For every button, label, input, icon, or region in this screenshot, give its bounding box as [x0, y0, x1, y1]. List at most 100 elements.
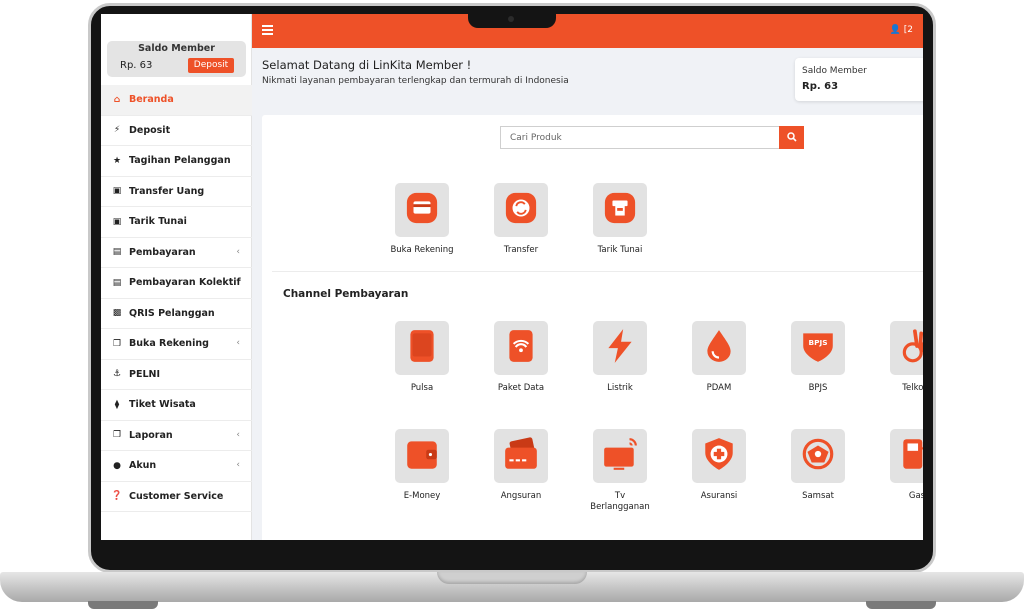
tile-pdam[interactable]: PDAM — [680, 321, 758, 394]
atm-icon — [603, 191, 637, 229]
sidebar-item-label: Tagihan Pelanggan — [129, 155, 231, 167]
sidebar-item-deposit[interactable]: ⚡ Deposit — [101, 116, 252, 146]
tile-icon-box — [593, 429, 647, 483]
tile-paket-data[interactable]: Paket Data — [482, 321, 560, 394]
sidebar-item-label: Customer Service — [129, 490, 224, 502]
copy-icon: ❐ — [112, 338, 122, 349]
tile-icon-box — [395, 321, 449, 375]
search-button[interactable] — [779, 126, 804, 149]
sidebar-item-laporan[interactable]: ❐ Laporan ‹ — [101, 421, 252, 451]
sidebar-item-tagihan-pelanggan[interactable]: ★ Tagihan Pelanggan — [101, 146, 252, 177]
phone-icon — [403, 327, 441, 369]
wifi-phone-icon — [502, 327, 540, 369]
sidebar-item-beranda[interactable]: ⌂ Beranda — [101, 85, 252, 116]
sidebar-item-label: Buka Rekening — [129, 338, 209, 350]
cards-icon — [502, 435, 540, 477]
tile-icon-box — [692, 429, 746, 483]
tile-samsat[interactable]: Samsat — [779, 429, 857, 502]
tile-pulsa[interactable]: Pulsa — [383, 321, 461, 394]
samsat-emblem-icon — [799, 435, 837, 477]
tile-icon-box — [593, 321, 647, 375]
plug-icon: ⚡ — [113, 125, 121, 136]
tile-icon-box — [395, 429, 449, 483]
chevron-left-icon: ‹ — [236, 246, 240, 257]
tile-label: Paket Data — [497, 383, 545, 393]
tile-buka-rekening[interactable]: Buka Rekening — [383, 183, 461, 256]
tile-asuransi[interactable]: Asuransi — [680, 429, 758, 502]
tile-label: Gas — [908, 491, 923, 501]
tile-bpjs[interactable]: BPJS BPJS — [779, 321, 857, 394]
sidebar: Saldo Member Rp. 63 Deposit ⌂ Beranda ⚡ Dep… — [101, 14, 252, 540]
user-label: [2 — [903, 25, 913, 35]
sidebar-item-pembayaran[interactable]: ▤ Pembayaran ‹ — [101, 238, 252, 268]
tile-icon-box — [692, 321, 746, 375]
money-bill-icon: ▣ — [112, 186, 122, 197]
sidebar-item-akun[interactable]: ● Akun ‹ — [101, 451, 252, 482]
tile-icon-box — [494, 321, 548, 375]
tile-icon-box — [593, 183, 647, 237]
tile-label: Telkom — [902, 383, 923, 393]
channel-title: Channel Pembayaran — [283, 288, 409, 300]
sidebar-item-label: Deposit — [129, 124, 171, 136]
sidebar-item-pembayaran-kolektif[interactable]: ▤ Pembayaran Kolektif — [101, 268, 252, 299]
ticket-icon: ⧫ — [114, 399, 120, 410]
main-panel: Buka Rekening Transfer Tarik Tunai Channel… — [262, 115, 923, 540]
tile-label: Samsat — [802, 491, 834, 501]
tile-icon-box — [791, 429, 845, 483]
sidebar-item-customer-service[interactable]: ❓ Customer Service — [101, 482, 252, 512]
tile-listrik[interactable]: Listrik — [581, 321, 659, 394]
saldo-card-title: Saldo Member — [802, 66, 867, 76]
money-bill-icon: ▣ — [112, 216, 122, 227]
tile-angsuran[interactable]: Angsuran — [482, 429, 560, 502]
tile-icon-box — [890, 429, 923, 483]
chevron-left-icon: ‹ — [236, 338, 240, 348]
deposit-button[interactable]: Deposit — [188, 58, 234, 73]
sidebar-item-qris-pelanggan[interactable]: ▩ QRIS Pelanggan — [101, 299, 252, 329]
tile-label: Pulsa — [410, 383, 434, 393]
tile-gas[interactable]: Gas — [878, 429, 923, 502]
star-icon: ★ — [112, 155, 122, 166]
anchor-icon: ⚓ — [112, 369, 122, 380]
tile-tarik-tunai[interactable]: Tarik Tunai — [581, 183, 659, 256]
tile-transfer[interactable]: Transfer — [482, 183, 560, 256]
laptop-foot-left — [88, 601, 158, 609]
qr-code-icon: ▩ — [112, 308, 122, 319]
tile-telkom[interactable]: Telkom — [878, 321, 923, 394]
sidebar-saldo-box: Saldo Member Rp. 63 Deposit — [107, 41, 246, 77]
tile-label: PDAM — [706, 383, 732, 393]
tile-e-money[interactable]: E-Money — [383, 429, 461, 502]
sidebar-item-label: Akun — [129, 460, 157, 472]
credit-card-icon: ▤ — [112, 277, 122, 288]
sidebar-item-pelni[interactable]: ⚓ PELNI — [101, 360, 252, 390]
sidebar-item-tiket-wisata[interactable]: ⧫ Tiket Wisata — [101, 390, 252, 421]
tile-label: Transfer — [503, 245, 539, 255]
sidebar-item-label: Pembayaran — [129, 246, 196, 258]
sidebar-item-tarik-tunai[interactable]: ▣ Tarik Tunai — [101, 207, 252, 238]
gas-pump-icon — [898, 435, 923, 477]
sidebar-item-label: PELNI — [129, 368, 160, 380]
sidebar-item-label: Tarik Tunai — [129, 216, 187, 228]
question-circle-icon: ❓ — [111, 491, 123, 502]
hamburger-menu-icon[interactable] — [262, 25, 273, 35]
sidebar-item-transfer-uang[interactable]: ▣ Transfer Uang — [101, 177, 252, 207]
telkom-icon — [898, 327, 923, 369]
sidebar-item-label: Tiket Wisata — [129, 399, 196, 411]
laptop-foot-right — [866, 601, 936, 609]
sidebar-item-buka-rekening[interactable]: ❐ Buka Rekening ‹ — [101, 329, 252, 360]
sidebar-item-label: QRIS Pelanggan — [129, 307, 215, 319]
tile-tv[interactable]: Tv Berlangganan — [581, 429, 659, 513]
card-icon — [405, 191, 439, 229]
sidebar-item-label: Beranda — [129, 94, 174, 106]
user-icon: 👤 — [889, 25, 901, 35]
saldo-card: Saldo Member Rp. 63 — [795, 58, 923, 101]
tile-label: Tv Berlangganan — [590, 491, 650, 512]
tile-label: E-Money — [403, 491, 441, 501]
search-input[interactable] — [500, 126, 780, 149]
sidebar-saldo-title: Saldo Member — [138, 43, 215, 54]
bpjs-shield-icon: BPJS — [799, 327, 837, 369]
chevron-left-icon: ‹ — [236, 460, 240, 470]
tile-icon-box — [890, 321, 923, 375]
search-icon — [786, 132, 797, 142]
user-menu[interactable]: 👤 [2 — [890, 25, 913, 35]
topbar: 👤 [2 — [252, 14, 923, 48]
